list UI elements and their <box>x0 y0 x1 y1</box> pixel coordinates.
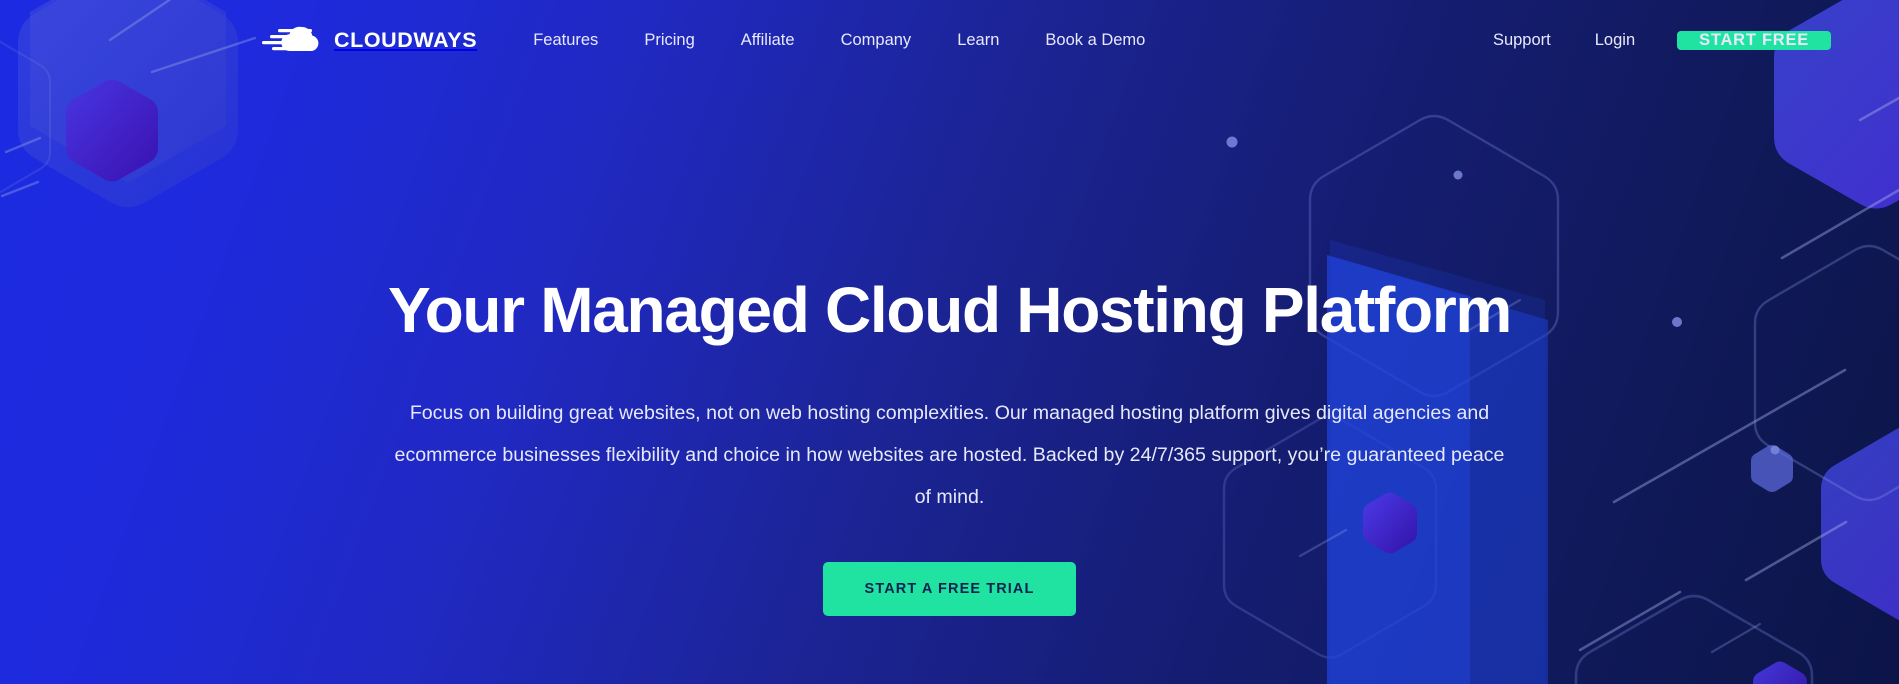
cta-container: START A FREE TRIAL <box>822 562 1077 617</box>
support-link[interactable]: Support <box>1471 31 1573 50</box>
brand-logo[interactable]: CLOUDWAYS <box>258 23 477 57</box>
nav-actions: Support Login START FREE <box>1471 30 1831 50</box>
main-navigation: CLOUDWAYS Features Pricing Affiliate Com… <box>0 0 1899 80</box>
nav-item-learn[interactable]: Learn <box>934 32 1022 49</box>
hero-section: CLOUDWAYS Features Pricing Affiliate Com… <box>0 0 1899 684</box>
nav-item-features[interactable]: Features <box>533 32 621 49</box>
nav-item-book-a-demo[interactable]: Book a Demo <box>1022 32 1168 49</box>
cloud-speed-icon <box>258 23 330 57</box>
hero-content: Your Managed Cloud Hosting Platform Focu… <box>0 0 1899 617</box>
start-free-button[interactable]: START FREE <box>1677 30 1831 50</box>
start-free-trial-button[interactable]: START A FREE TRIAL <box>822 562 1077 617</box>
nav-links: Features Pricing Affiliate Company Learn… <box>533 32 1168 49</box>
brand-name: CLOUDWAYS <box>334 27 478 52</box>
nav-item-company[interactable]: Company <box>818 32 935 49</box>
nav-item-pricing[interactable]: Pricing <box>621 32 717 49</box>
hero-description: Focus on building great websites, not on… <box>394 402 1505 509</box>
nav-item-affiliate[interactable]: Affiliate <box>718 32 818 49</box>
login-link[interactable]: Login <box>1573 31 1657 50</box>
page-title: Your Managed Cloud Hosting Platform <box>387 274 1512 346</box>
